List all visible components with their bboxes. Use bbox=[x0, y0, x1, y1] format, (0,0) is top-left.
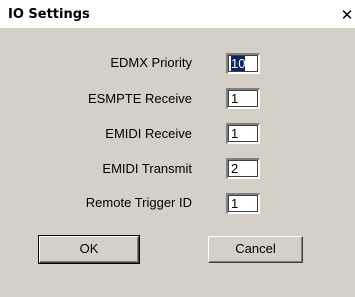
ok-button[interactable]: OK bbox=[38, 235, 140, 264]
emidi-transmit-label: EMIDI Transmit bbox=[102, 161, 192, 176]
edmx-priority-label: EDMX Priority bbox=[110, 55, 192, 70]
edmx-priority-field[interactable]: 10 bbox=[226, 53, 260, 74]
emidi-transmit-field[interactable]: 2 bbox=[226, 158, 260, 179]
io-settings-dialog: IO Settings ✕ EDMX Priority 10 ESMPTE Re… bbox=[0, 0, 355, 297]
dialog-body: EDMX Priority 10 ESMPTE Receive 1 EMIDI … bbox=[0, 28, 355, 297]
emidi-receive-label: EMIDI Receive bbox=[105, 126, 192, 141]
window-title: IO Settings bbox=[8, 7, 90, 22]
emidi-receive-field[interactable]: 1 bbox=[226, 123, 260, 144]
ok-button-label: OK bbox=[79, 241, 99, 256]
title-bar[interactable]: IO Settings ✕ bbox=[0, 0, 355, 28]
remote-trigger-id-value: 1 bbox=[231, 196, 239, 211]
emidi-transmit-value: 2 bbox=[231, 161, 239, 176]
close-icon[interactable]: ✕ bbox=[339, 7, 355, 23]
cancel-button-label: Cancel bbox=[235, 241, 276, 256]
remote-trigger-id-field[interactable]: 1 bbox=[226, 193, 260, 214]
edmx-priority-value: 10 bbox=[231, 56, 246, 71]
esmpte-receive-value: 1 bbox=[231, 91, 239, 106]
remote-trigger-id-label: Remote Trigger ID bbox=[85, 195, 192, 210]
cancel-button[interactable]: Cancel bbox=[208, 236, 303, 263]
esmpte-receive-label: ESMPTE Receive bbox=[87, 91, 192, 106]
emidi-receive-value: 1 bbox=[231, 126, 239, 141]
esmpte-receive-field[interactable]: 1 bbox=[226, 88, 260, 109]
